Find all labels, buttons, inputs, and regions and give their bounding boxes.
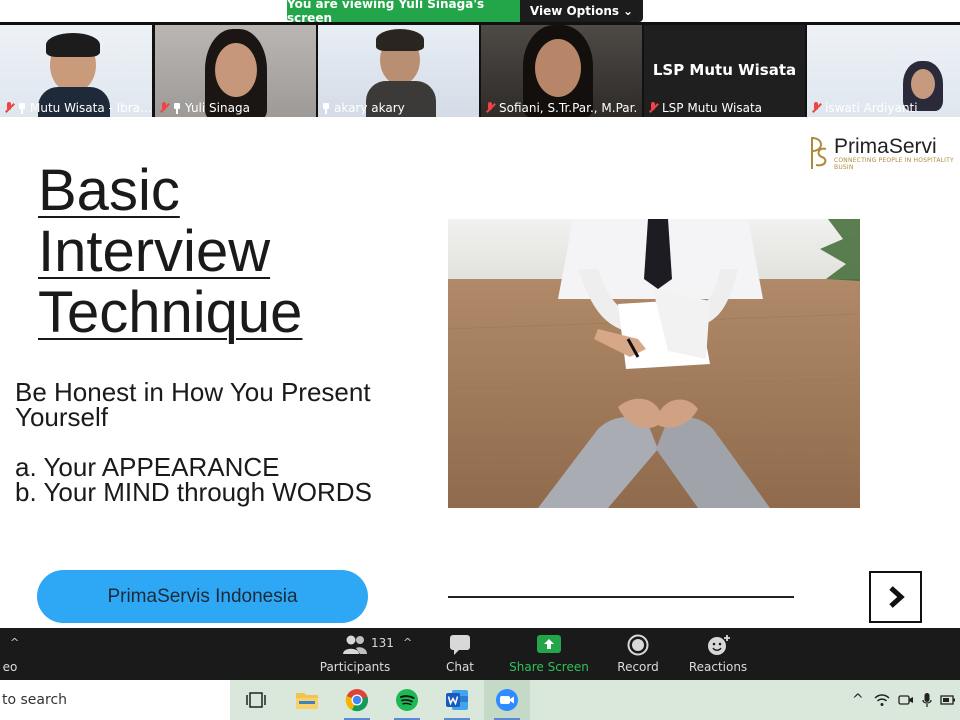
video-tile-2[interactable]: Yuli Sinaga bbox=[155, 25, 316, 117]
task-view-button[interactable] bbox=[233, 680, 279, 720]
pin-icon bbox=[322, 102, 330, 114]
share-screen-button[interactable]: Share Screen bbox=[508, 628, 590, 680]
video-tile-1[interactable]: Mutu Wisata - Ibra... bbox=[0, 25, 152, 117]
record-button[interactable]: Record bbox=[610, 628, 666, 680]
taskbar-search-box[interactable]: to search bbox=[0, 680, 230, 720]
battery-icon[interactable] bbox=[940, 694, 956, 706]
reactions-label: Reactions bbox=[688, 660, 748, 674]
mic-muted-icon bbox=[4, 102, 14, 114]
participants-label: Participants bbox=[319, 660, 391, 674]
folder-icon bbox=[296, 693, 318, 709]
title-line-1: Basic bbox=[38, 158, 180, 223]
next-slide-button[interactable] bbox=[869, 571, 922, 623]
system-tray: ^ bbox=[850, 680, 956, 720]
tile-name-2: Yuli Sinaga bbox=[159, 101, 250, 115]
reactions-button[interactable]: Reactions bbox=[686, 628, 750, 680]
logo-tagline: CONNECTING PEOPLE IN HOSPITALITY BUSIN bbox=[834, 157, 954, 171]
logo-mark-icon bbox=[808, 135, 830, 171]
spotify-app[interactable] bbox=[384, 680, 430, 720]
mic-muted-icon bbox=[159, 102, 169, 114]
participants-caret-icon[interactable]: ^ bbox=[403, 636, 412, 649]
microphone-icon[interactable] bbox=[922, 692, 932, 708]
share-screen-label: Share Screen bbox=[509, 660, 589, 674]
logo-name: PrimaServi bbox=[834, 135, 937, 158]
pin-icon bbox=[173, 102, 181, 114]
file-explorer-app[interactable] bbox=[284, 680, 330, 720]
share-screen-icon bbox=[537, 635, 561, 653]
title-line-2: Interview bbox=[38, 219, 271, 284]
chrome-app[interactable] bbox=[334, 680, 380, 720]
record-icon bbox=[627, 634, 649, 656]
word-app[interactable] bbox=[434, 680, 480, 720]
tray-expand-chevron-icon[interactable]: ^ bbox=[852, 692, 864, 708]
chrome-icon bbox=[345, 689, 368, 712]
tile-name-1: Mutu Wisata - Ibra... bbox=[4, 101, 152, 115]
view-options-button[interactable]: View Options ⌄ bbox=[520, 0, 643, 22]
slide-divider-line bbox=[448, 596, 794, 598]
pin-icon bbox=[18, 102, 26, 114]
reactions-smiley-icon bbox=[708, 635, 730, 655]
body-line-2: Yourself bbox=[15, 402, 108, 432]
caret-up-icon: ^ bbox=[10, 636, 20, 649]
chat-button[interactable]: Chat bbox=[430, 628, 490, 680]
wifi-icon[interactable] bbox=[874, 693, 890, 707]
mic-muted-icon bbox=[811, 102, 821, 114]
spotify-icon bbox=[396, 689, 418, 711]
tile-name-4: Sofiani, S.Tr.Par., M.Par. bbox=[485, 101, 637, 115]
item-b: b. Your MIND through WORDS bbox=[15, 477, 372, 507]
tile-name-5: LSP Mutu Wisata bbox=[648, 101, 762, 115]
tile-display-name: LSP Mutu Wisata bbox=[652, 61, 797, 79]
viewing-banner: You are viewing Yuli Sinaga's screen bbox=[287, 0, 520, 25]
video-tile-5[interactable]: LSP Mutu Wisata LSP Mutu Wisata bbox=[644, 25, 805, 117]
slide-title: Basic Interview Technique bbox=[38, 160, 302, 343]
video-tile-6[interactable]: iswati Ardiyanti bbox=[807, 25, 960, 117]
chevron-down-icon: ⌄ bbox=[623, 4, 634, 18]
interview-photo bbox=[448, 219, 860, 508]
participants-count: 131 bbox=[371, 636, 394, 650]
chat-bubble-icon bbox=[450, 635, 470, 655]
primaservis-link-button[interactable]: PrimaServis Indonesia bbox=[37, 570, 368, 623]
participants-button[interactable]: 131 Participants bbox=[314, 628, 396, 680]
task-view-icon bbox=[246, 692, 266, 708]
video-tile-3-active-speaker[interactable]: akary akary bbox=[318, 25, 479, 117]
participants-icon bbox=[343, 635, 367, 654]
search-text: to search bbox=[2, 692, 68, 708]
mic-muted-icon bbox=[648, 102, 658, 114]
zoom-icon bbox=[496, 689, 518, 711]
record-label: Record bbox=[617, 660, 659, 674]
view-options-label: View Options bbox=[529, 4, 620, 18]
slide-body: Be Honest in How You Present Yourself a.… bbox=[15, 379, 372, 507]
word-icon bbox=[446, 690, 468, 710]
video-tile-4[interactable]: Sofiani, S.Tr.Par., M.Par. bbox=[481, 25, 642, 117]
meet-now-icon[interactable] bbox=[898, 693, 914, 707]
windows-taskbar: to search ^ bbox=[0, 680, 960, 720]
chat-label: Chat bbox=[445, 660, 475, 674]
tile-name-3: akary akary bbox=[322, 101, 405, 115]
video-button[interactable]: ^ eo bbox=[0, 628, 20, 680]
meeting-toolbar: ^ eo 131 Participants ^ Chat Share Scree… bbox=[0, 628, 960, 680]
brand-button-label: PrimaServis Indonesia bbox=[107, 585, 298, 607]
video-label: eo bbox=[2, 660, 18, 674]
chevron-right-icon bbox=[888, 586, 905, 608]
tile-name-6: iswati Ardiyanti bbox=[811, 101, 918, 115]
mic-muted-icon bbox=[485, 102, 495, 114]
zoom-app[interactable] bbox=[484, 680, 530, 720]
zoom-window: You are viewing Yuli Sinaga's screen Vie… bbox=[0, 0, 960, 720]
primaservis-logo: PrimaServi CONNECTING PEOPLE IN HOSPITAL… bbox=[808, 135, 960, 171]
title-line-3: Technique bbox=[38, 280, 303, 345]
